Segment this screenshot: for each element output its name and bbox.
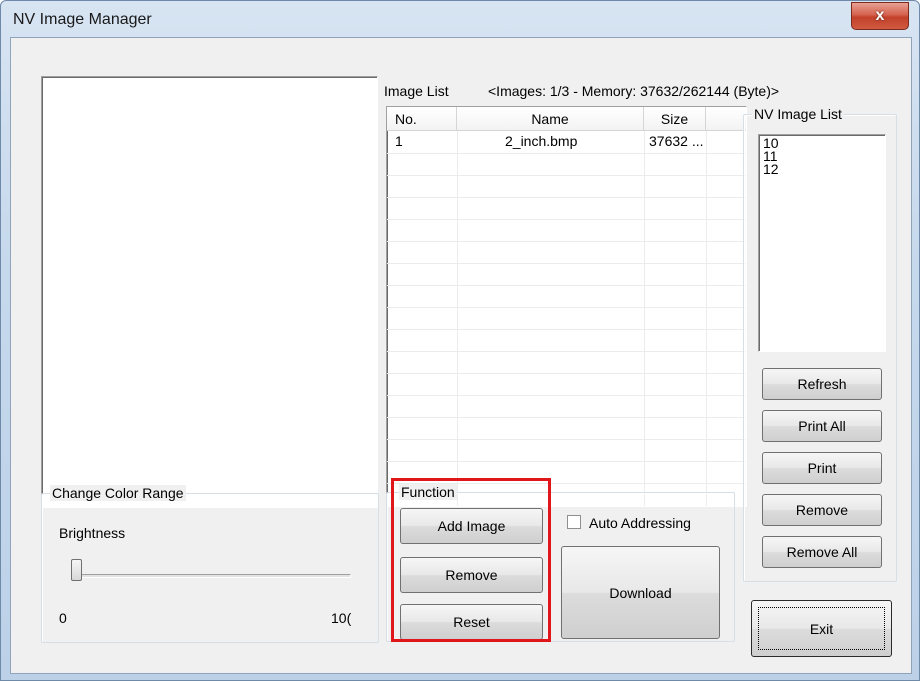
slider-max-label: 10( [331,610,352,626]
row-name: 2_inch.bmp [505,133,578,149]
image-list-status: <Images: 1/3 - Memory: 37632/262144 (Byt… [488,83,780,99]
column-divider [706,131,707,506]
color-range-group: Change Color Range [41,485,379,643]
title-bar[interactable]: NV Image Manager x [1,1,919,37]
row-gridline [387,263,746,264]
nv-image-listbox[interactable]: 10 11 12 [758,134,886,352]
close-icon: x [875,7,885,24]
remove-all-button[interactable]: Remove All [762,536,882,568]
auto-addressing-checkbox[interactable] [567,515,581,529]
table-row[interactable]: 1 2_inch.bmp 37632 ... [387,131,746,153]
row-size: 37632 ... [649,133,704,149]
row-gridline [387,175,746,176]
row-gridline [387,307,746,308]
row-gridline [387,285,746,286]
brightness-label: Brightness [59,525,126,541]
function-highlight-box [391,478,551,642]
dialog-client-area: Image List <Images: 1/3 - Memory: 37632/… [10,37,912,674]
row-gridline [387,329,746,330]
column-header-size[interactable]: Size [644,107,706,130]
row-gridline [387,351,746,352]
row-gridline [387,461,746,462]
exit-button[interactable]: Exit [751,600,892,657]
row-no: 1 [395,133,403,149]
window-title: NV Image Manager [13,11,152,28]
focus-rectangle [758,607,885,650]
row-gridline [387,197,746,198]
row-gridline [387,153,746,154]
brightness-slider-thumb[interactable] [71,559,82,581]
row-gridline [387,241,746,242]
download-button[interactable]: Download [561,546,720,639]
slider-min-label: 0 [59,610,67,626]
column-header-no[interactable]: No. [387,107,457,130]
row-gridline [387,373,746,374]
row-gridline [387,219,746,220]
column-divider [457,131,458,506]
color-range-label: Change Color Range [50,485,186,501]
list-item[interactable]: 12 [759,162,885,176]
close-button[interactable]: x [851,2,909,30]
row-gridline [387,417,746,418]
nv-image-list-label: NV Image List [752,106,844,122]
image-list-label: Image List [384,83,449,99]
image-list-header: No. Name Size [387,107,746,131]
print-button[interactable]: Print [762,452,882,484]
print-all-button[interactable]: Print All [762,410,882,442]
image-list-view[interactable]: No. Name Size 1 2_inch.bmp 37632 ... [386,106,747,507]
row-gridline [387,439,746,440]
image-preview [41,76,378,508]
dialog-window: NV Image Manager x Image List <Images: 1… [0,0,920,681]
auto-addressing-label[interactable]: Auto Addressing [589,515,691,531]
column-header-name[interactable]: Name [457,107,644,130]
row-gridline [387,395,746,396]
refresh-button[interactable]: Refresh [762,368,882,400]
nv-remove-button[interactable]: Remove [762,494,882,526]
brightness-slider-track[interactable] [81,574,351,578]
column-divider [644,131,645,506]
